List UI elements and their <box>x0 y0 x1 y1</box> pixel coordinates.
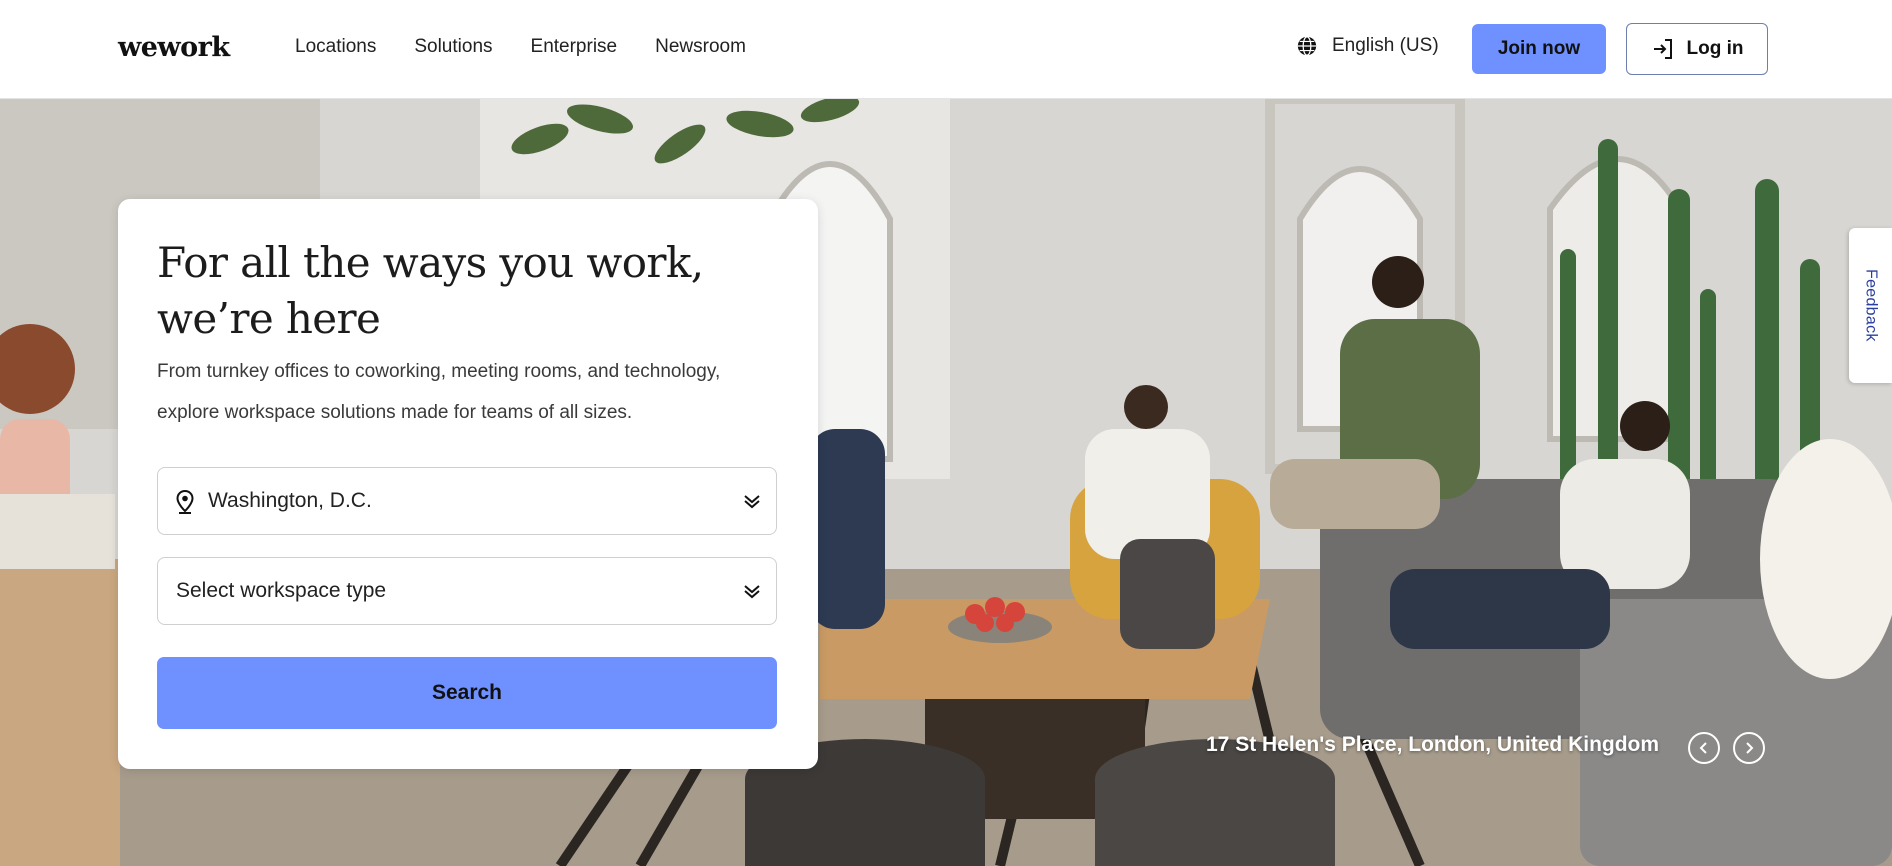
login-icon <box>1653 39 1672 59</box>
language-label: English (US) <box>1332 35 1439 56</box>
feedback-tab[interactable]: Feedback <box>1849 228 1892 383</box>
search-button[interactable]: Search <box>157 657 777 729</box>
location-pin-icon <box>176 490 194 514</box>
wework-logo[interactable]: wework <box>118 32 230 63</box>
search-card: For all the ways you work, we’re here Fr… <box>118 199 818 769</box>
hero-description: From turnkey offices to coworking, meeti… <box>157 361 721 423</box>
chevron-down-icon <box>744 585 760 599</box>
log-in-label: Log in <box>1686 38 1744 59</box>
chevron-left-icon <box>1699 742 1707 754</box>
feedback-label: Feedback <box>1862 269 1880 342</box>
main-nav: Locations Solutions Enterprise Newsroom <box>295 36 746 58</box>
nav-newsroom[interactable]: Newsroom <box>655 36 746 58</box>
carousel-prev-button[interactable] <box>1688 732 1720 764</box>
globe-icon <box>1297 36 1317 56</box>
nav-enterprise[interactable]: Enterprise <box>531 36 618 58</box>
location-select[interactable]: Washington, D.C. <box>157 467 777 535</box>
chevron-down-icon <box>744 495 760 509</box>
site-header: wework Locations Solutions Enterprise Ne… <box>0 0 1892 99</box>
location-caption: 17 St Helen's Place, London, United King… <box>1206 733 1660 756</box>
nav-locations[interactable]: Locations <box>295 36 376 58</box>
language-selector[interactable]: English (US) <box>1296 35 1439 57</box>
workspace-type-placeholder: Select workspace type <box>176 579 387 602</box>
workspace-type-select[interactable]: Select workspace type <box>157 557 777 625</box>
location-value: Washington, D.C. <box>208 489 372 512</box>
join-now-button[interactable]: Join now <box>1472 24 1606 74</box>
log-in-button[interactable]: Log in <box>1626 23 1768 75</box>
chevron-right-icon <box>1746 742 1754 754</box>
nav-solutions[interactable]: Solutions <box>414 36 492 58</box>
hero-title: For all the ways you work, we’re here <box>157 238 704 343</box>
carousel-next-button[interactable] <box>1733 732 1765 764</box>
